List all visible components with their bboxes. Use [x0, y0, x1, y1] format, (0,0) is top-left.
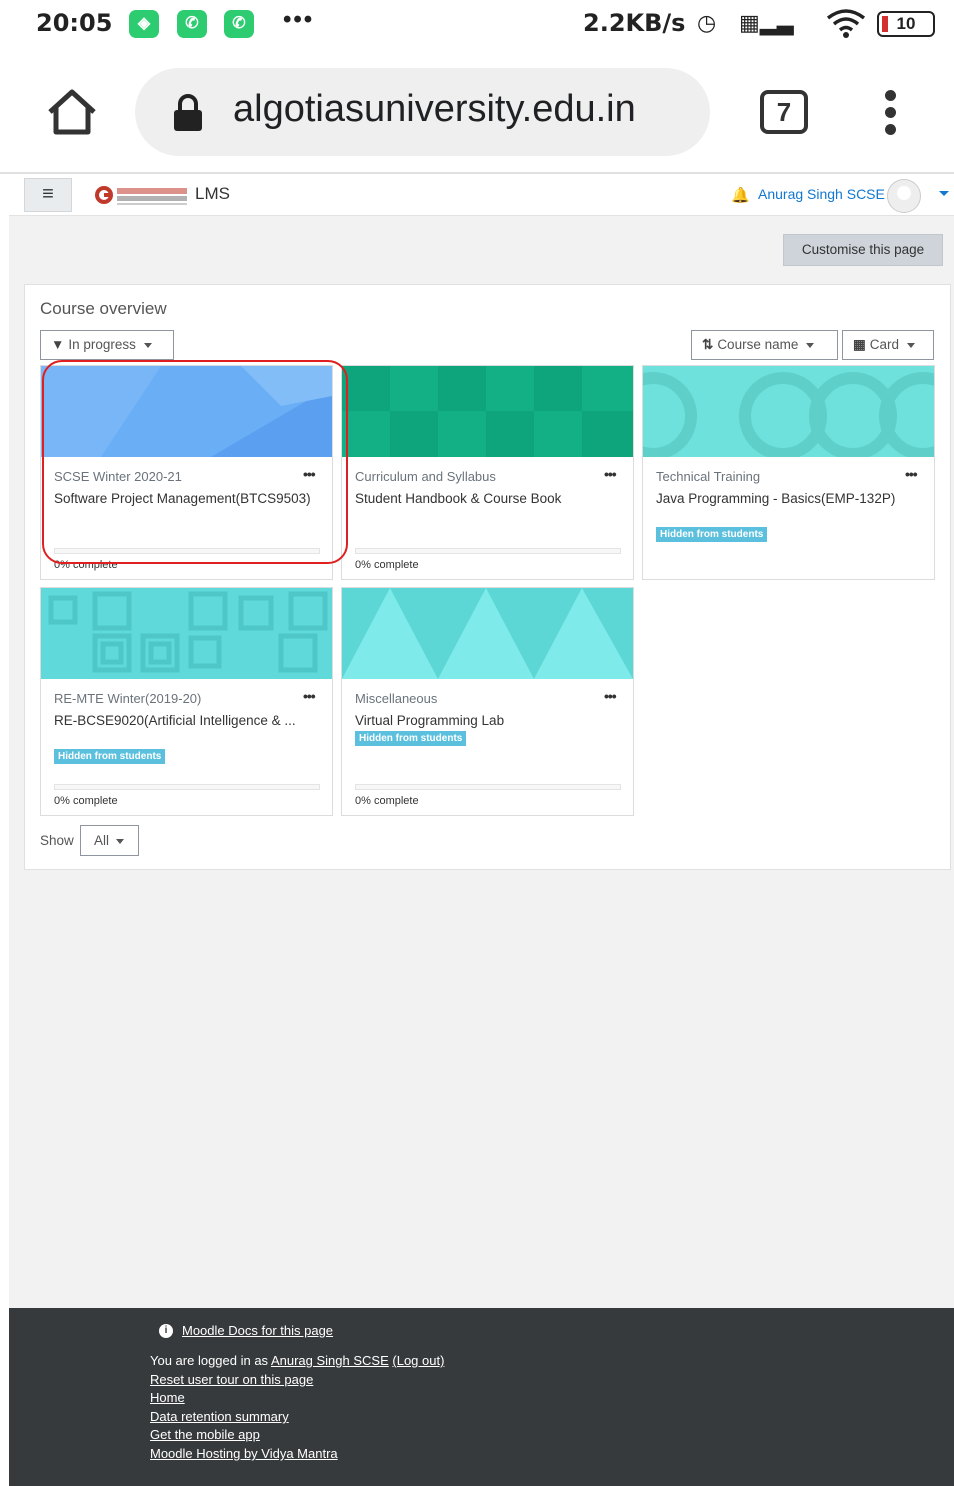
user-menu-caret-icon[interactable]	[939, 191, 949, 196]
network-speed: 2.2KB/s	[583, 9, 686, 37]
highlight-annotation	[42, 360, 348, 564]
chevron-down-icon	[143, 342, 152, 348]
reset-tour-link[interactable]: Reset user tour on this page	[150, 1372, 313, 1387]
lock-icon	[174, 94, 202, 131]
course-category: RE-MTE Winter(2019-20)	[54, 691, 202, 706]
filter-dropdown[interactable]: ▼ In progress	[40, 330, 174, 360]
course-image[interactable]	[342, 366, 633, 457]
course-actions-menu-icon[interactable]: •••	[905, 466, 918, 482]
browser-toolbar: algotiasuniversity.edu.in 7	[0, 48, 954, 174]
filter-label: In progress	[68, 337, 136, 352]
home-link[interactable]: Home	[150, 1390, 185, 1405]
login-prefix: You are logged in as	[150, 1353, 271, 1368]
chevron-down-icon	[806, 342, 815, 348]
progress-bar	[355, 548, 621, 554]
course-actions-menu-icon[interactable]: •••	[303, 688, 316, 704]
sort-dropdown[interactable]: ⇅ Course name	[691, 330, 838, 360]
customise-page-button[interactable]: Customise this page	[783, 234, 943, 266]
clock: 20:05	[36, 9, 113, 37]
hidden-from-students-badge: Hidden from students	[656, 527, 768, 542]
progress-bar	[54, 784, 320, 790]
moodle-page: ≡ LMS 🔔 Anurag Singh SCSE Customise this…	[9, 174, 954, 1486]
course-name-link[interactable]: Virtual Programming Lab	[355, 712, 615, 730]
hosting-link[interactable]: Moodle Hosting by Vidya Mantra	[150, 1446, 338, 1461]
view-label: Card	[869, 337, 900, 352]
security-app-notification-icon: ◈	[129, 10, 159, 38]
alarm-icon: ◷	[697, 10, 717, 35]
course-name-link[interactable]: Java Programming - Basics(EMP-132P)	[656, 490, 916, 508]
sort-icon: ⇅	[702, 337, 714, 352]
notification-bell-icon[interactable]: 🔔	[731, 186, 750, 204]
hidden-from-students-badge: Hidden from students	[355, 731, 467, 746]
chevron-down-icon	[907, 342, 916, 348]
filter-icon: ▼	[51, 337, 65, 352]
logout-link[interactable]: (Log out)	[392, 1353, 444, 1368]
progress-text: 0% complete	[54, 795, 118, 807]
progress-bar	[355, 784, 621, 790]
moodle-docs-link[interactable]: Moodle Docs for this page	[182, 1323, 333, 1338]
drawer-toggle-button[interactable]: ≡	[24, 178, 72, 212]
course-category: Technical Training	[656, 469, 761, 484]
grid-icon: ▦	[853, 337, 866, 352]
address-bar[interactable]: algotiasuniversity.edu.in	[135, 68, 710, 156]
whatsapp-notification-icon: ✆	[177, 10, 207, 38]
paging-dropdown[interactable]: All	[80, 825, 139, 856]
show-label: Show	[40, 833, 74, 848]
home-icon[interactable]	[44, 88, 100, 136]
moodle-navbar: ≡ LMS 🔔 Anurag Singh SCSE	[9, 174, 954, 216]
url-text: algotiasuniversity.edu.in	[233, 88, 636, 130]
course-actions-menu-icon[interactable]: •••	[604, 466, 617, 482]
course-image[interactable]	[41, 588, 332, 679]
profile-link[interactable]: Anurag Singh SCSE	[271, 1353, 389, 1368]
view-dropdown[interactable]: ▦ Card	[842, 330, 934, 360]
course-image[interactable]	[342, 588, 633, 679]
course-category: Curriculum and Syllabus	[355, 469, 496, 484]
info-icon: i	[159, 1324, 173, 1338]
user-menu-name[interactable]: Anurag Singh SCSE	[758, 186, 885, 202]
login-info: You are logged in as Anurag Singh SCSE (…	[150, 1353, 444, 1368]
course-actions-menu-icon[interactable]: •••	[604, 688, 617, 704]
user-avatar[interactable]	[887, 179, 921, 213]
hidden-from-students-badge: Hidden from students	[54, 749, 166, 764]
paging-value: All	[94, 833, 110, 848]
volte-signal-icon: ▦▂▃	[739, 10, 794, 35]
progress-text: 0% complete	[355, 559, 419, 571]
course-card[interactable]: Curriculum and Syllabus ••• Student Hand…	[341, 365, 634, 580]
progress-text: 0% complete	[355, 795, 419, 807]
tab-switcher-button[interactable]: 7	[760, 90, 808, 134]
course-card[interactable]: RE-MTE Winter(2019-20) ••• RE-BCSE9020(A…	[40, 587, 333, 816]
whatsapp-notification-icon: ✆	[224, 10, 254, 38]
course-name-link[interactable]: Student Handbook & Course Book	[355, 490, 615, 508]
galgotias-logo[interactable]	[95, 184, 189, 206]
course-card[interactable]: Miscellaneous ••• Virtual Programming La…	[341, 587, 634, 816]
battery-icon: 10	[877, 11, 935, 37]
wifi-icon	[826, 9, 866, 38]
page-footer: i Moodle Docs for this page You are logg…	[9, 1308, 954, 1486]
data-retention-link[interactable]: Data retention summary	[150, 1409, 289, 1424]
course-category: Miscellaneous	[355, 691, 438, 706]
browser-menu-icon[interactable]	[878, 90, 902, 138]
course-name-link[interactable]: RE-BCSE9020(Artificial Intelligence & ..…	[54, 712, 314, 730]
course-card[interactable]: Technical Training ••• Java Programming …	[642, 365, 935, 580]
block-title: Course overview	[40, 299, 167, 318]
site-name[interactable]: LMS	[195, 184, 230, 204]
chevron-down-icon	[116, 838, 125, 844]
sort-label: Course name	[717, 337, 799, 352]
status-bar: 20:05 ◈ ✆ ✆ ••• 2.2KB/s ◷ ▦▂▃ 10	[0, 0, 954, 48]
mobile-app-link[interactable]: Get the mobile app	[150, 1427, 260, 1442]
more-notifications-icon: •••	[283, 6, 315, 33]
course-image[interactable]	[643, 366, 934, 457]
